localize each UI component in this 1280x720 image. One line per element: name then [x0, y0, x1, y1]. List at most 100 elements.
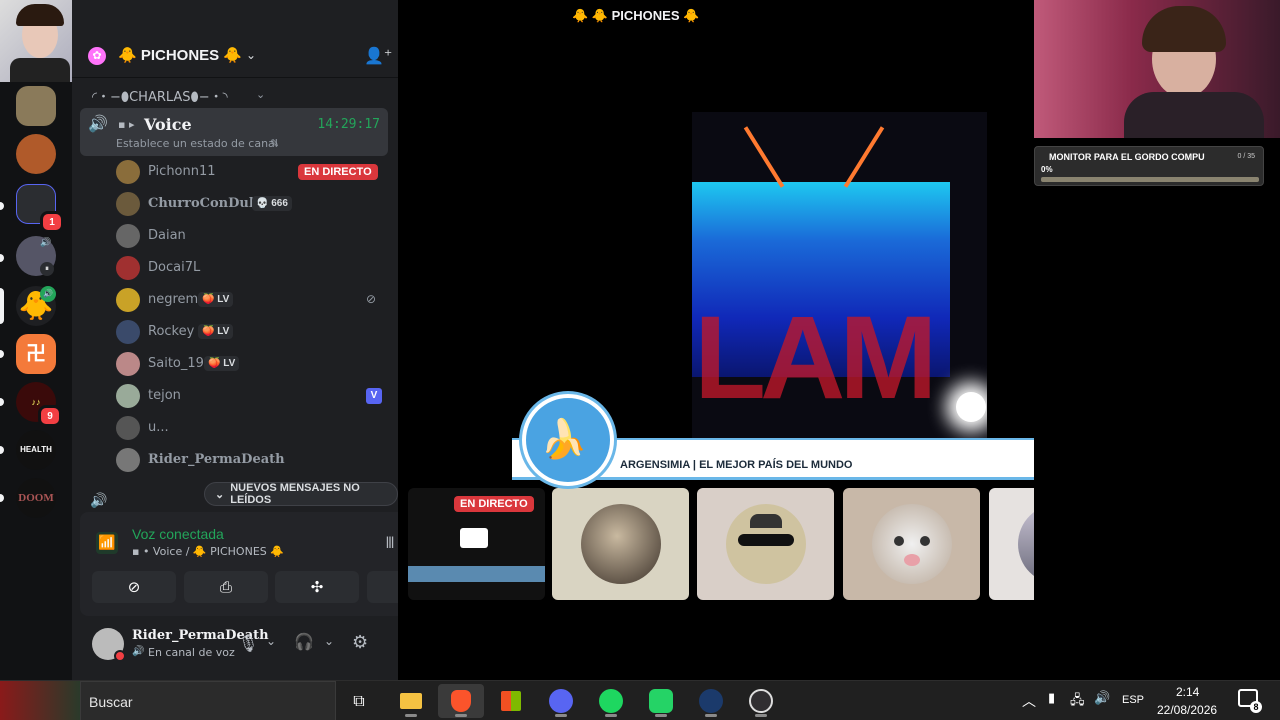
voice-member[interactable]: u... — [116, 414, 386, 442]
invite-people-icon[interactable]: 👤⁺ — [364, 46, 392, 65]
chevron-down-icon: ⌄ — [246, 48, 257, 62]
discord-button[interactable] — [538, 684, 584, 718]
live-badge: EN DIRECTO — [298, 164, 378, 180]
voice-channel-voice[interactable]: 🔊 ▪ ▸ Voice 14:29:17 Establece un estado… — [80, 108, 388, 156]
voice-timer: 14:29:17 — [317, 117, 380, 132]
banner-text: ARGENSIMIA | EL MEJOR PAÍS DEL MUNDO — [620, 459, 853, 471]
folder-icon — [400, 693, 422, 709]
camera-off-icon: ⊘ — [127, 578, 141, 596]
goal-title: MONITOR PARA EL GORDO COMPU — [1049, 152, 1205, 162]
activity-icon: V — [366, 388, 382, 404]
obs-button[interactable] — [738, 684, 784, 718]
spotify-button[interactable] — [588, 684, 634, 718]
microphone-icon[interactable]: 🎙 — [238, 634, 258, 653]
voice-connected-label[interactable]: Voz conectada — [132, 526, 224, 542]
search-label: Buscar — [89, 694, 133, 710]
server-icon[interactable] — [16, 134, 56, 174]
member-avatar — [116, 384, 140, 408]
member-avatar — [116, 160, 140, 184]
voice-member[interactable]: Rider_PermaDeath — [116, 446, 386, 474]
member-tag: 💀 666 — [252, 196, 292, 211]
member-tag: 🍑 LV — [204, 356, 240, 371]
member-avatar — [116, 448, 140, 472]
member-name: Saito_19 — [148, 356, 204, 371]
whatsapp-button[interactable] — [638, 684, 684, 718]
pencil-icon[interactable]: ✎ — [270, 137, 279, 150]
chevron-down-icon[interactable]: ⌄ — [266, 634, 276, 648]
dnd-status-icon — [114, 650, 126, 662]
speaker-icon: 🔊 — [132, 646, 145, 657]
muted-mic-icon: ⊘ — [366, 292, 377, 306]
camera-off-button[interactable]: ⊘ — [92, 571, 176, 603]
taskbar-search[interactable]: Buscar — [80, 681, 336, 720]
new-unread-messages-button[interactable]: ⌄ NUEVOS MENSAJES NO LEÍDOS — [204, 482, 398, 506]
screen-share-button[interactable]: ⎙ — [184, 571, 268, 603]
member-name: Docai7L — [148, 260, 201, 275]
widgets-thumbnail[interactable] — [0, 681, 80, 720]
voice-member[interactable]: Rockey 🍑 LV — [116, 318, 386, 346]
server-icon-doom[interactable]: DOOM — [16, 478, 56, 518]
screen-share-icon — [460, 528, 488, 548]
store-icon — [501, 691, 521, 711]
microsoft-store-button[interactable] — [488, 684, 534, 718]
clock-date[interactable]: 22/08/2026 — [1157, 703, 1217, 717]
noise-suppression-icon[interactable]: 𝍫 — [386, 532, 394, 559]
member-name: u... — [148, 420, 169, 435]
voice-connected-channel[interactable]: ▪ • Voice / 🐥 PICHONES 🐥 — [132, 545, 284, 558]
usb-icon[interactable]: ▮ — [1048, 691, 1055, 706]
server-icon[interactable]: 卍 — [16, 334, 56, 374]
spotify-icon — [599, 689, 623, 713]
show-hidden-icons-chevron-icon[interactable]: ︿ — [1022, 691, 1036, 711]
signal-icon[interactable]: 📶 — [96, 532, 118, 554]
network-icon[interactable]: 🖧 — [1070, 691, 1085, 713]
stream-video[interactable]: LAM — [692, 112, 987, 438]
server-icon[interactable] — [16, 86, 56, 126]
voice-member[interactable]: negrem 🍑 LV ⊘ — [116, 286, 386, 314]
voice-member[interactable]: ChurroConDulce 💀 666 — [116, 190, 386, 218]
voice-member[interactable]: Saito_19 🍑 LV — [116, 350, 386, 378]
member-avatar — [116, 416, 140, 440]
settings-gear-icon[interactable]: ⚙ — [352, 632, 368, 653]
channel-sidebar: ✿ 🐥 PICHONES 🐥 ⌄ 👤⁺ ◜・−⬮CHARLAS⬮−・◝ ⌄ 🔊 … — [72, 0, 460, 680]
headphones-icon[interactable]: 🎧 — [294, 632, 314, 651]
member-tag: 🍑 LV — [198, 292, 234, 307]
voice-member[interactable]: tejon V — [116, 382, 386, 410]
member-name: negrem — [148, 292, 199, 307]
mention-badge: 1 — [40, 211, 64, 233]
participant-tile[interactable] — [843, 488, 980, 600]
member-name: Rockey — [148, 324, 195, 339]
stage-title: 🐥 🐥 PICHONES 🐥 — [572, 8, 700, 23]
user-panel: Rider_PermaDeath 🔊 En canal de voz 🎙 ⌄ 🎧… — [72, 620, 398, 680]
brave-browser-button[interactable] — [438, 684, 484, 718]
voice-stage: 🐥 🐥 PICHONES 🐥 LAM EN DIRECTO — [398, 0, 1126, 680]
task-view-icon: ⧉ — [353, 691, 365, 710]
speaker-icon: 🔊 — [88, 114, 108, 133]
channel-category[interactable]: ◜・−⬮CHARLAS⬮−・◝ — [92, 86, 228, 105]
member-avatar — [116, 256, 140, 280]
steam-icon — [699, 689, 723, 713]
participant-tile[interactable] — [697, 488, 834, 600]
server-header[interactable]: ✿ 🐥 PICHONES 🐥 ⌄ 👤⁺ — [72, 38, 398, 78]
speaker-icon: 🔊 — [90, 493, 108, 509]
chevron-down-icon[interactable]: ⌄ — [324, 634, 334, 648]
file-explorer-button[interactable] — [388, 684, 434, 718]
voice-member[interactable]: Daian — [116, 222, 386, 250]
voice-member[interactable]: Docai7L — [116, 254, 386, 282]
server-rail: 1 ⏸ 🔊 🐥 🔊 卍 ♪♪ 9 HEALTH DOOM — [0, 0, 80, 680]
voice-member[interactable]: Pichonn11 EN DIRECTO — [116, 158, 386, 186]
activities-button[interactable]: ✣ — [275, 571, 359, 603]
participant-tile[interactable] — [552, 488, 689, 600]
task-view-button[interactable]: ⧉ — [336, 684, 382, 718]
volume-icon[interactable]: 🔊 — [1094, 691, 1110, 706]
streamer-webcam-overlay — [0, 0, 80, 82]
chevron-down-icon: ⌄ — [256, 88, 266, 101]
pause-icon: ⏸ — [40, 262, 54, 276]
server-boost-icon: ✿ — [88, 47, 106, 65]
clock-time[interactable]: 2:14 — [1176, 685, 1199, 699]
member-avatar — [116, 288, 140, 312]
input-language[interactable]: ESP — [1122, 694, 1144, 706]
steam-button[interactable] — [688, 684, 734, 718]
server-icon-health[interactable]: HEALTH — [16, 430, 56, 470]
channel-status-placeholder[interactable]: Establece un estado de canal — [116, 137, 278, 150]
unread-indicator — [0, 398, 4, 406]
